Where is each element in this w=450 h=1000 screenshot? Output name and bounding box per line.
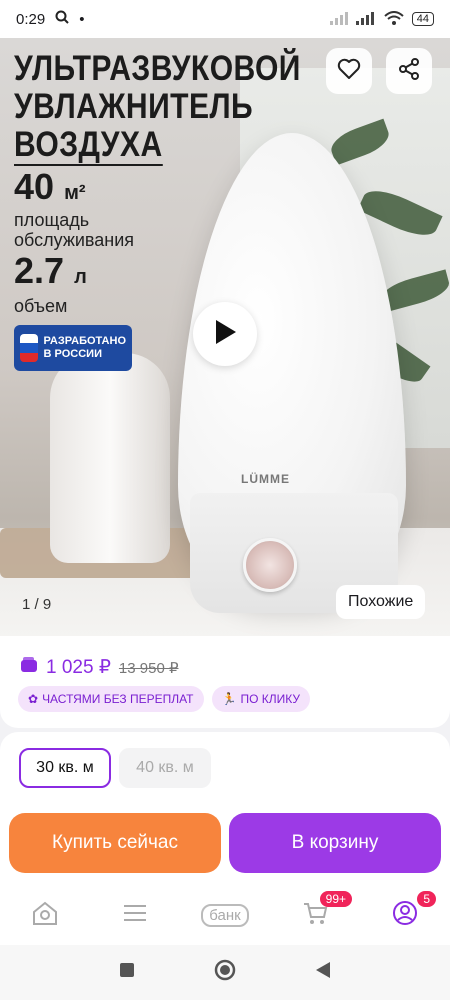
badge-line: РАЗРАБОТАНО [43, 335, 126, 347]
battery-indicator: 44 [411, 12, 434, 26]
hero-title-line: УЛЬТРАЗВУКОВОЙ [14, 49, 301, 88]
heart-icon [337, 58, 361, 85]
play-video-button[interactable] [193, 302, 257, 366]
cart-badge: 99+ [319, 891, 352, 907]
vase [50, 353, 170, 563]
share-icon [398, 57, 420, 85]
area-unit: м² [64, 182, 86, 204]
signal-icon [329, 11, 376, 28]
old-price: 13 950 ₽ [118, 659, 179, 677]
favorite-button[interactable] [326, 48, 372, 94]
home-search-icon [31, 900, 59, 931]
flower-icon: ✿ [28, 692, 39, 706]
wifi-icon [384, 10, 404, 28]
play-icon [212, 318, 238, 351]
area-value: 40 [14, 166, 55, 207]
notification-dot-icon: • [79, 10, 85, 28]
product-image-gallery[interactable]: LÜMME УЛЬТРАЗВУКОВОЙ УВЛАЖНИТЕЛЬ ВОЗДУХА… [0, 38, 450, 638]
running-man-icon: 🏃 [221, 692, 237, 706]
tag-label: ЧАСТЯМИ БЕЗ ПЕРЕПЛАТ [42, 692, 194, 706]
home-icon[interactable] [214, 959, 236, 986]
russia-flag-icon [20, 334, 38, 362]
recents-icon[interactable] [119, 962, 135, 983]
nav-bank[interactable]: банк [201, 895, 249, 935]
price-card: 1 025 ₽ 13 950 ₽ ✿ ЧАСТЯМИ БЕЗ ПЕРЕПЛАТ … [0, 636, 450, 728]
volume-unit: л [74, 266, 87, 288]
nav-catalog[interactable] [112, 895, 158, 935]
search-icon [55, 10, 69, 28]
badge-line: В РОССИИ [43, 348, 102, 360]
purchase-actions: Купить сейчас В корзину [0, 805, 450, 885]
volume-label: объем [14, 296, 68, 316]
made-in-russia-badge: РАЗРАБОТАНО В РОССИИ [14, 325, 132, 371]
hero-title: УЛЬТРАЗВУКОВОЙ УВЛАЖНИТЕЛЬ ВОЗДУХА [14, 50, 301, 166]
size-option-40[interactable]: 40 кв. м [119, 748, 211, 788]
menu-icon [122, 903, 148, 928]
nav-home[interactable] [22, 895, 68, 935]
back-icon[interactable] [315, 961, 331, 984]
buy-now-button[interactable]: Купить сейчас [9, 813, 221, 873]
wallet-icon [20, 657, 38, 678]
volume-value: 2.7 [14, 250, 65, 291]
size-selector: 30 кв. м 40 кв. м [0, 732, 450, 812]
image-counter: 1 / 9 [22, 596, 52, 613]
bank-label: банк [201, 903, 249, 927]
nav-cart[interactable]: 99+ [292, 891, 352, 935]
installment-tag[interactable]: ✿ ЧАСТЯМИ БЕЗ ПЕРЕПЛАТ [18, 686, 204, 712]
hero-title-line: УВЛАЖНИТЕЛЬ [14, 87, 254, 126]
brand-logo: LÜMME [241, 472, 290, 486]
tag-label: ПО КЛИКУ [240, 692, 300, 706]
status-time: 0:29 [16, 10, 46, 28]
volume-spec: 2.7 л [14, 250, 87, 292]
area-label: площадь обслуживания [14, 210, 135, 250]
share-button[interactable] [386, 48, 432, 94]
current-price: 1 025 ₽ [46, 657, 111, 678]
bottom-navigation: банк 99+ 5 [0, 885, 450, 945]
humidifier-knob [243, 538, 297, 592]
size-option-30[interactable]: 30 кв. м [19, 748, 111, 788]
area-spec: 40 м² [14, 166, 86, 208]
system-navigation-bar [0, 945, 450, 1000]
nav-profile[interactable]: 5 [382, 891, 436, 935]
hero-title-line: ВОЗДУХА [14, 125, 163, 166]
one-click-tag[interactable]: 🏃 ПО КЛИКУ [211, 686, 310, 712]
similar-button[interactable]: Похожие [336, 585, 426, 619]
add-to-cart-button[interactable]: В корзину [229, 813, 441, 873]
profile-badge: 5 [417, 891, 436, 907]
profile-icon [392, 900, 418, 931]
status-bar: 0:29 • 44 [0, 0, 450, 38]
